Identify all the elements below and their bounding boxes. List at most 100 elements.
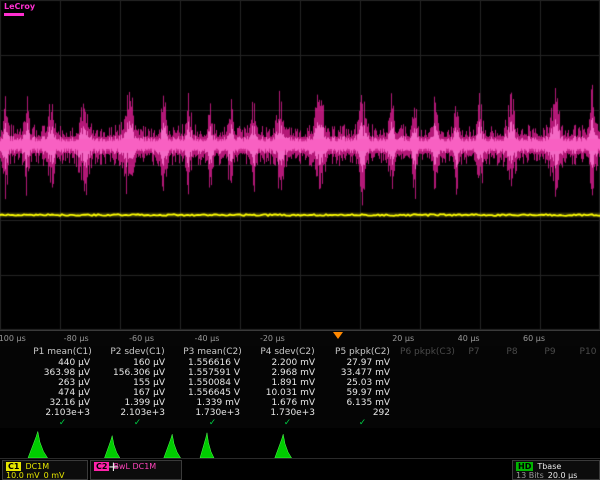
measurement-row: 32.16 µV1.399 µV1.339 mV1.676 mV6.135 mV	[0, 398, 600, 408]
measurement-value	[455, 368, 493, 378]
param-header[interactable]: P1 mean(C1)	[25, 346, 100, 358]
measurement-value: 155 µV	[100, 378, 175, 388]
measurement-value	[493, 388, 531, 398]
measurement-row: 440 µV160 µV1.556616 V2.200 mV27.97 mV	[0, 358, 600, 368]
measurement-value: 32.16 µV	[25, 398, 100, 408]
measurement-value: 33.477 mV	[325, 368, 400, 378]
status-check-icon	[493, 418, 531, 428]
measurement-value: 167 µV	[100, 388, 175, 398]
measurement-value	[400, 408, 455, 418]
timebase-value: 20.0 µs	[548, 471, 578, 480]
histicon-graph	[0, 428, 600, 458]
row-label-spacer	[0, 388, 25, 398]
measurement-value	[569, 398, 600, 408]
measurement-row: 363.98 µV156.306 µV1.557591 V2.968 mV33.…	[0, 368, 600, 378]
oscilloscope-screen: LeCroy -100 µs -80 µs -60 µs -40 µs -20 µs 20…	[0, 0, 600, 480]
c1-coupling: DC1M	[25, 462, 49, 471]
status-check-icon: ✓	[175, 418, 250, 428]
measurement-value	[531, 368, 569, 378]
status-check-icon	[400, 418, 455, 428]
measure-table: P1 mean(C1)P2 sdev(C1)P3 mean(C2)P4 sdev…	[0, 346, 600, 428]
histicon-strip[interactable]	[0, 428, 600, 458]
mouse-cursor-crosshair: +	[108, 461, 119, 474]
param-header[interactable]: P5 pkpk(C2)	[325, 346, 400, 358]
measurement-value	[569, 388, 600, 398]
bottom-bar: C1 DC1M 10.0 mV 0 mV C2 BwL DC1M + HD Tb…	[0, 458, 600, 480]
measurement-value: 10.031 mV	[250, 388, 325, 398]
measurement-value	[493, 408, 531, 418]
measurement-value	[531, 378, 569, 388]
time-axis-label: -80 µs	[64, 334, 89, 343]
measurement-value: 1.556616 V	[175, 358, 250, 368]
param-header[interactable]: P8	[493, 346, 531, 358]
time-axis-label: -20 µs	[260, 334, 285, 343]
row-label-spacer	[0, 346, 25, 358]
measurement-row: 474 µV167 µV1.556645 V10.031 mV59.97 mV	[0, 388, 600, 398]
histicon-peak	[200, 433, 214, 458]
time-axis-label: -60 µs	[129, 334, 154, 343]
time-axis-label: -40 µs	[195, 334, 220, 343]
measurement-value	[493, 378, 531, 388]
measurement-value	[531, 388, 569, 398]
measurement-value	[531, 358, 569, 368]
status-check-icon	[569, 418, 600, 428]
measurement-value	[400, 378, 455, 388]
measurement-value	[400, 368, 455, 378]
measurement-value	[400, 358, 455, 368]
measurement-value	[531, 408, 569, 418]
time-axis-label: 40 µs	[458, 334, 480, 343]
hd-badge: HD	[516, 462, 533, 471]
channel-c2-descriptor[interactable]: C2 BwL DC1M	[90, 460, 182, 480]
timebase-descriptor[interactable]: HD Tbase 13 Bits 20.0 µs	[512, 460, 600, 480]
measurement-value: 292	[325, 408, 400, 418]
vendor-logo-text: LeCroy	[4, 3, 35, 12]
status-row: ✓✓✓✓✓	[0, 418, 600, 428]
param-header[interactable]: P10	[569, 346, 600, 358]
measurement-value	[493, 358, 531, 368]
measurement-value	[569, 368, 600, 378]
time-axis-label: 60 µs	[523, 334, 545, 343]
measurement-value: 1.557591 V	[175, 368, 250, 378]
time-axis-label: -100 µs	[0, 334, 26, 343]
param-header[interactable]: P3 mean(C2)	[175, 346, 250, 358]
waveform-display[interactable]	[0, 0, 600, 330]
histicon-peak	[275, 434, 292, 458]
row-label-spacer	[0, 368, 25, 378]
param-header[interactable]: P6 pkpk(C3)	[400, 346, 455, 358]
measurement-value	[493, 398, 531, 408]
table-header-row: P1 mean(C1)P2 sdev(C1)P3 mean(C2)P4 sdev…	[0, 346, 600, 358]
param-header[interactable]: P4 sdev(C2)	[250, 346, 325, 358]
measurement-value: 1.399 µV	[100, 398, 175, 408]
measurement-value	[569, 378, 600, 388]
histicon-peak	[164, 434, 181, 458]
vendor-logo: LeCroy	[4, 3, 35, 16]
histicon-peak	[105, 436, 120, 458]
measurement-value: 27.97 mV	[325, 358, 400, 368]
measurement-value: 263 µV	[25, 378, 100, 388]
row-label-spacer	[0, 378, 25, 388]
measurement-value	[569, 408, 600, 418]
c2-coupling: BwL DC1M	[113, 462, 156, 471]
timebase-bits: 13 Bits	[516, 471, 544, 480]
c1-scale: 10.0 mV	[6, 471, 40, 480]
measurement-value: 474 µV	[25, 388, 100, 398]
measurement-value: 1.550084 V	[175, 378, 250, 388]
channel-c1-descriptor[interactable]: C1 DC1M 10.0 mV 0 mV	[2, 460, 88, 480]
c1-offset: 0 mV	[44, 471, 65, 480]
param-header[interactable]: P9	[531, 346, 569, 358]
row-label-spacer	[0, 418, 25, 428]
time-axis: -100 µs-80 µs-60 µs-40 µs-20 µs20 µs40 µ…	[0, 330, 600, 347]
trigger-position-marker[interactable]	[333, 332, 343, 339]
param-header[interactable]: P2 sdev(C1)	[100, 346, 175, 358]
measurement-value: 1.891 mV	[250, 378, 325, 388]
measurement-value: 156.306 µV	[100, 368, 175, 378]
measurement-value	[455, 408, 493, 418]
param-header[interactable]: P7	[455, 346, 493, 358]
c1-badge: C1	[6, 462, 21, 471]
status-check-icon: ✓	[325, 418, 400, 428]
measurement-value	[455, 388, 493, 398]
measurement-value: 2.103e+3	[100, 408, 175, 418]
measurement-value	[400, 388, 455, 398]
vendor-logo-underline	[4, 13, 24, 16]
row-label-spacer	[0, 398, 25, 408]
